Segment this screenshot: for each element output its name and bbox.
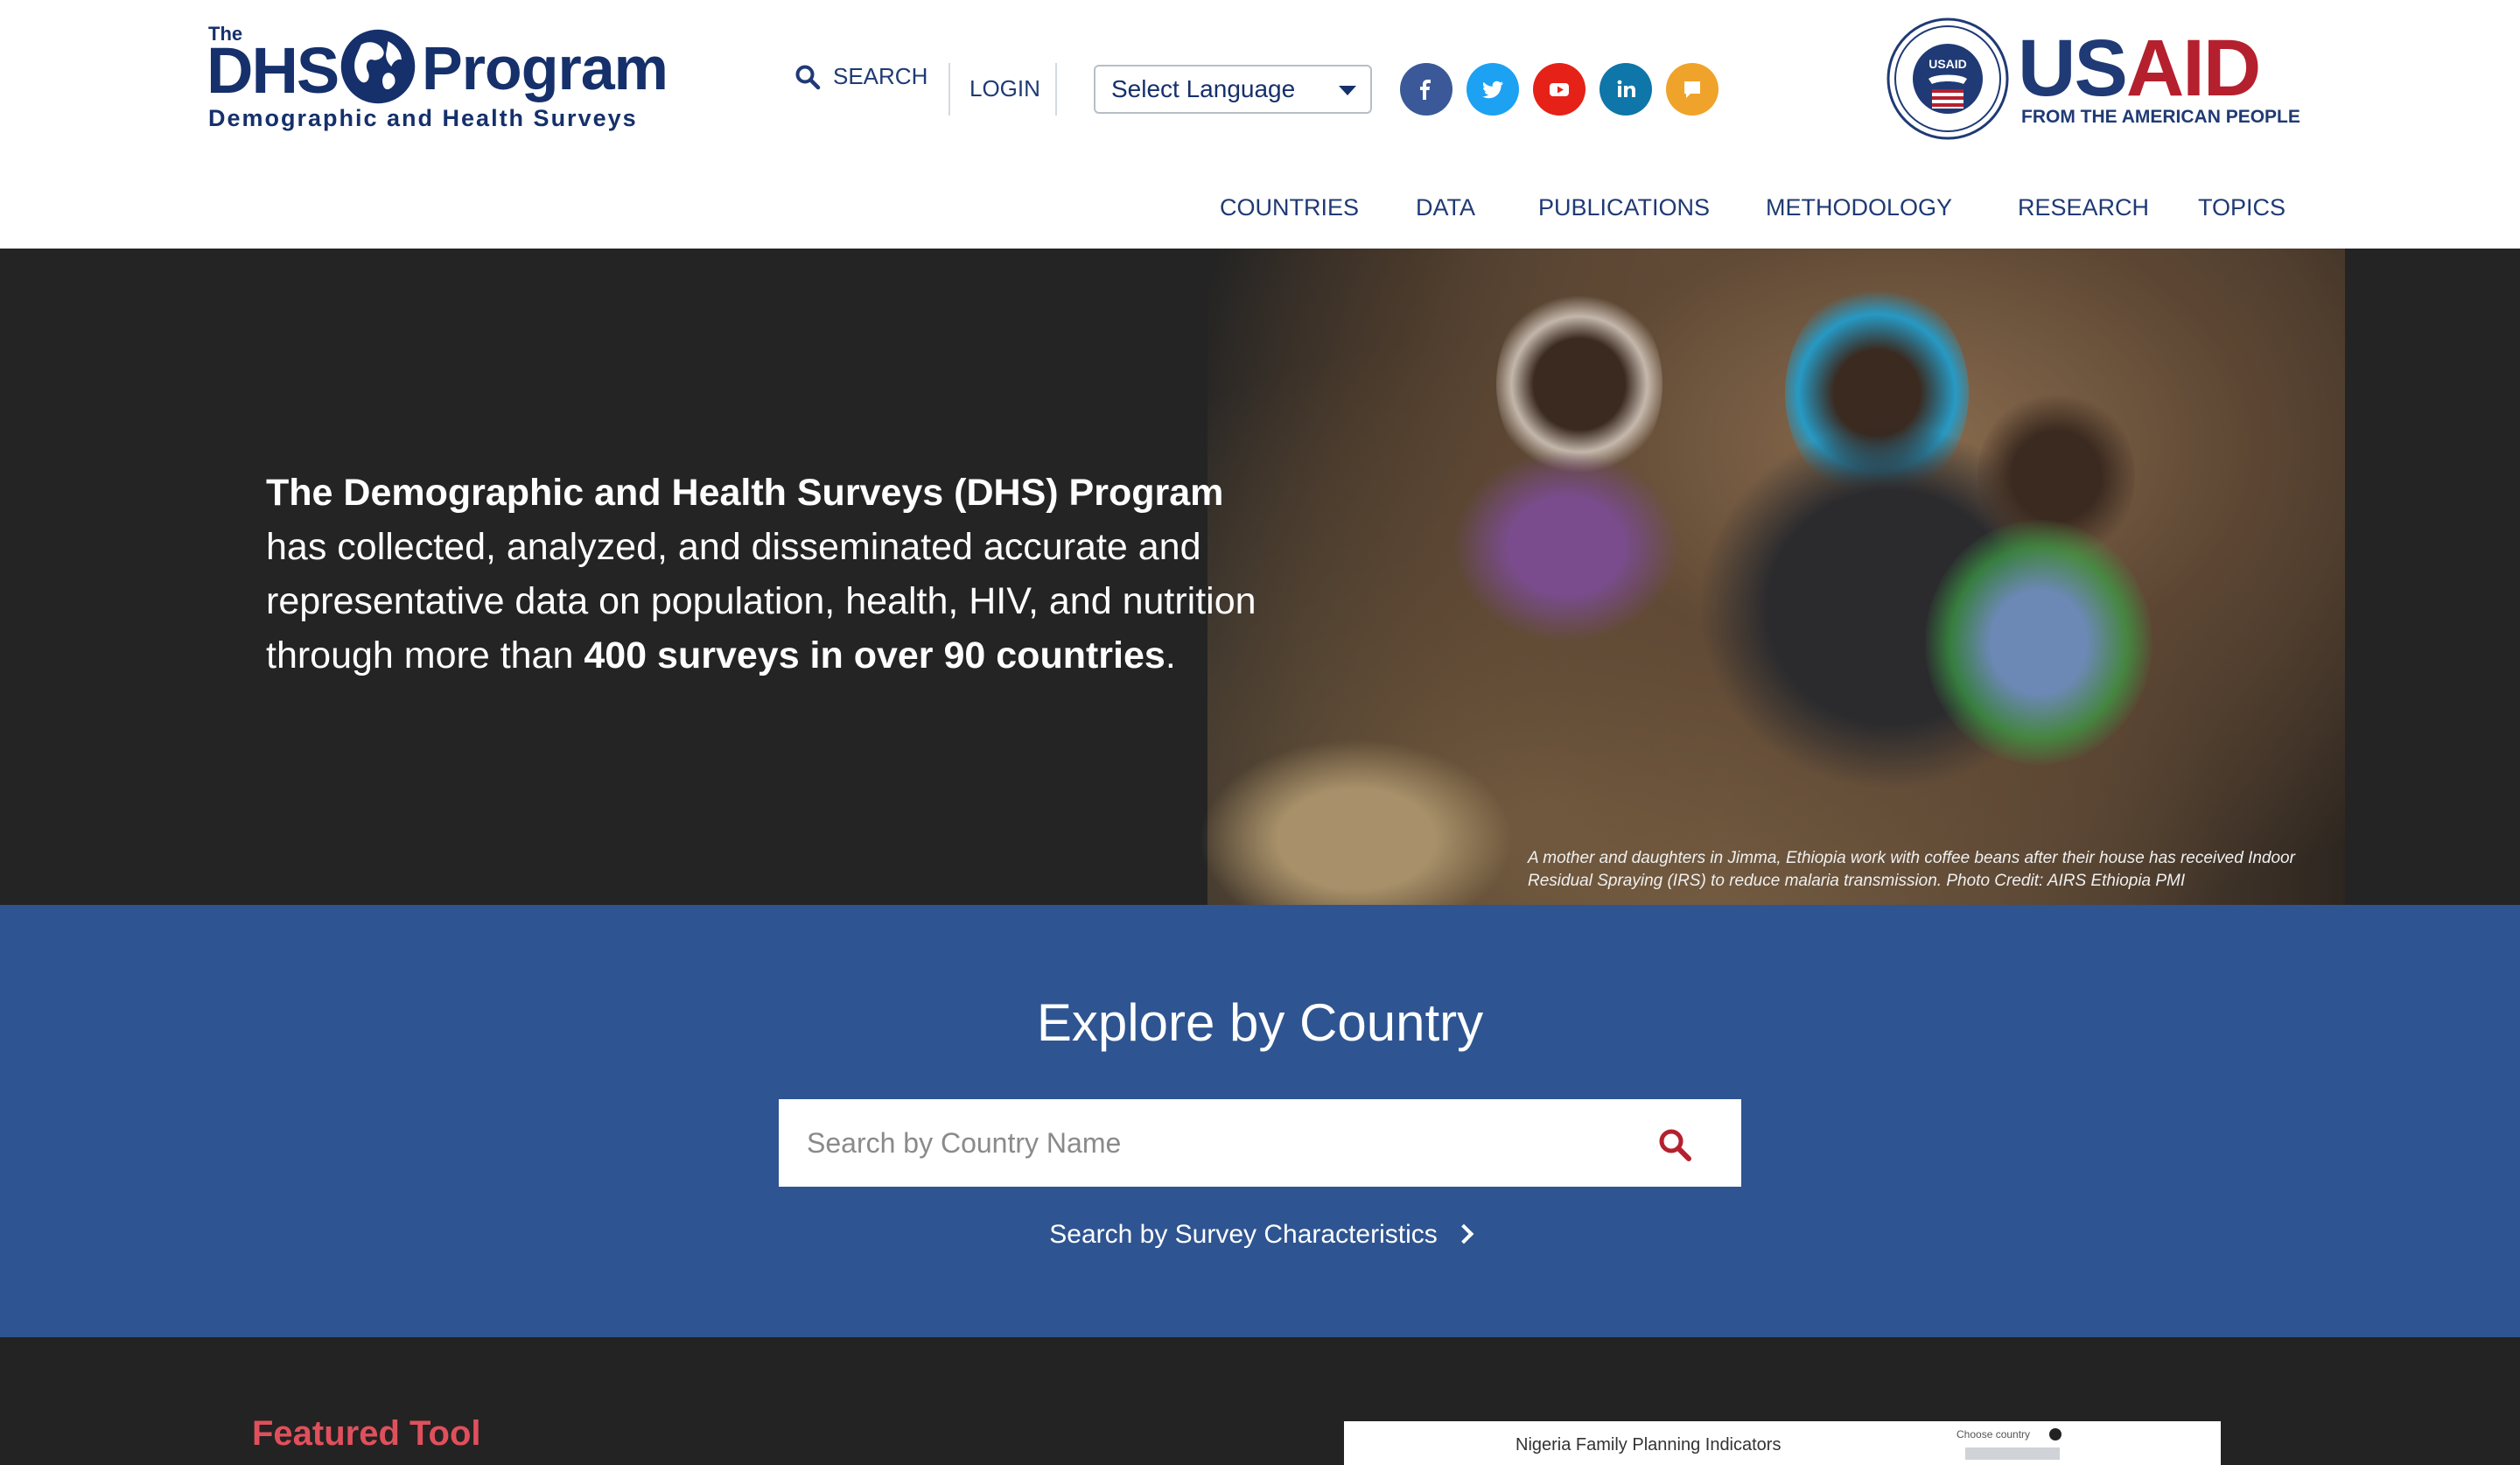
survey-characteristics-link[interactable]: Search by Survey Characteristics	[0, 1220, 2520, 1250]
preview-chooser: Choose country	[1956, 1428, 2031, 1440]
featured-tool-section: Featured Tool Nigeria Family Planning In…	[0, 1337, 2520, 1465]
nav-item-methodology[interactable]: METHODOLOGY	[1766, 194, 1952, 221]
help-icon	[2049, 1428, 2062, 1440]
usaid-logo[interactable]: USAID USAID FROM THE AMERICAN PEOPLE	[1886, 18, 2310, 140]
explore-heading: Explore by Country	[1036, 993, 1484, 1052]
nav-item-publications[interactable]: PUBLICATIONS	[1538, 194, 1710, 221]
featured-tool-preview[interactable]: Nigeria Family Planning Indicators Choos…	[1344, 1421, 2221, 1465]
twitter-icon[interactable]	[1466, 63, 1519, 116]
logo-subtitle: Demographic and Health Surveys	[208, 105, 638, 131]
facebook-icon[interactable]	[1400, 63, 1452, 116]
header-search-link[interactable]: SEARCH	[794, 63, 928, 90]
usaid-seal-text: USAID	[1928, 57, 1967, 71]
logo-dhs: DHS	[206, 34, 340, 107]
nav-item-research[interactable]: RESEARCH	[2018, 194, 2149, 221]
usaid-aid: AID	[2125, 24, 2261, 113]
language-select-value: Select Language	[1111, 75, 1296, 102]
survey-characteristics-label: Search by Survey Characteristics	[1049, 1220, 1438, 1249]
country-search-box	[779, 1099, 1741, 1187]
chevron-right-icon	[1453, 1223, 1474, 1244]
search-icon[interactable]	[1657, 1127, 1692, 1162]
chevron-down-icon	[1339, 86, 1356, 95]
language-select[interactable]: Select Language	[1094, 65, 1372, 114]
nav-item-topics[interactable]: TOPICS	[2198, 194, 2286, 221]
globe-icon	[340, 29, 416, 104]
search-icon	[795, 65, 821, 89]
nav-item-data[interactable]: DATA	[1416, 194, 1475, 221]
site-header: The DHS Program Demographic and Health S…	[0, 0, 2520, 249]
explore-by-country-section: Explore by Country Search by Survey Char…	[0, 905, 2520, 1337]
login-link[interactable]: LOGIN	[970, 75, 1040, 102]
hero-tail: .	[1165, 634, 1176, 676]
hero-intro-text: The Demographic and Health Surveys (DHS)…	[266, 466, 1264, 683]
hero-lead-bold: The Demographic and Health Surveys (DHS)…	[266, 472, 1224, 514]
usaid-seal-icon: USAID	[1886, 18, 2009, 140]
logo-program: Program	[422, 34, 668, 102]
divider	[948, 63, 950, 116]
preview-button	[1965, 1447, 2060, 1460]
preview-title: Nigeria Family Planning Indicators	[1516, 1435, 1782, 1454]
hero-photo	[1199, 249, 2345, 905]
search-label: SEARCH	[833, 63, 928, 89]
linkedin-icon[interactable]	[1600, 63, 1652, 116]
usaid-wordmark: USAID	[2018, 28, 2261, 109]
nav-item-countries[interactable]: COUNTRIES	[1220, 194, 1359, 221]
photo-caption: A mother and daughters in Jimma, Ethiopi…	[1528, 849, 2295, 890]
usaid-us: US	[2018, 24, 2128, 113]
featured-tool-heading: Featured Tool	[252, 1414, 481, 1453]
country-search-input[interactable]	[779, 1099, 1619, 1187]
dhs-program-logo[interactable]: The DHS Program Demographic and Health S…	[206, 21, 668, 135]
hero-stat-bold: 400 surveys in over 90 countries	[584, 634, 1166, 676]
hero-banner: The Demographic and Health Surveys (DHS)…	[0, 249, 2520, 905]
divider	[1055, 63, 1057, 116]
comment-icon[interactable]	[1666, 63, 1718, 116]
youtube-icon[interactable]	[1533, 63, 1586, 116]
usaid-tagline: FROM THE AMERICAN PEOPLE	[2021, 107, 2300, 127]
